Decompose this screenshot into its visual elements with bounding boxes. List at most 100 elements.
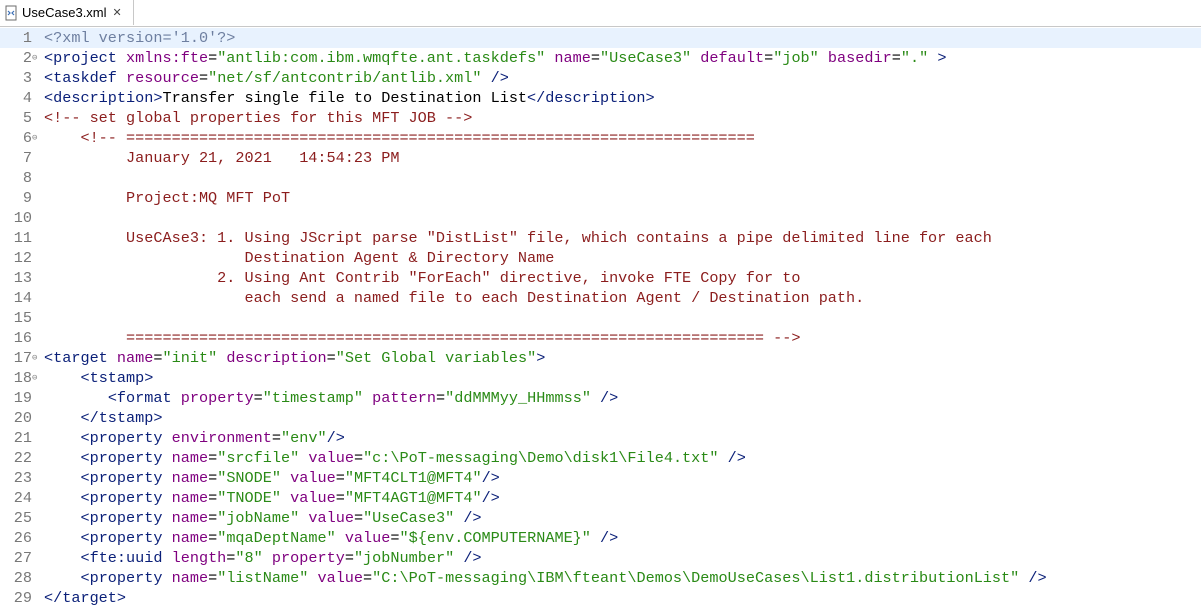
code-line[interactable]: 14 each send a named file to each Destin…	[0, 288, 1201, 308]
line-number: 2	[22, 49, 32, 67]
line-number: 1	[22, 29, 32, 47]
code-text: January 21, 2021 14:54:23 PM	[44, 148, 399, 168]
tab-usecase3-xml[interactable]: UseCase3.xml ✕	[0, 0, 134, 25]
code-line[interactable]: 6 ⊖ <!-- ================================…	[0, 128, 1201, 148]
line-number: 13	[13, 269, 32, 287]
code-line[interactable]: 28 <property name="listName" value="C:\P…	[0, 568, 1201, 588]
code-line[interactable]: 5 <!-- set global properties for this MFT…	[0, 108, 1201, 128]
close-icon[interactable]: ✕	[113, 6, 122, 19]
tab-title: UseCase3.xml	[22, 5, 107, 20]
code-token: "8"	[235, 549, 263, 567]
code-line[interactable]: 22 <property name="srcfile" value="c:\Po…	[0, 448, 1201, 468]
code-line[interactable]: 29 </target>	[0, 588, 1201, 606]
code-token: <format	[107, 389, 181, 407]
code-line[interactable]: 13 2. Using Ant Contrib "ForEach" direct…	[0, 268, 1201, 288]
code-line[interactable]: 8	[0, 168, 1201, 188]
code-token: January 21, 2021 14:54:23 PM	[44, 149, 400, 167]
code-line[interactable]: 23 <property name="SNODE" value="MFT4CLT…	[0, 468, 1201, 488]
code-line[interactable]: 15	[0, 308, 1201, 328]
code-token: <property	[80, 429, 172, 447]
code-line[interactable]: 24 <property name="TNODE" value="MFT4AGT…	[0, 488, 1201, 508]
line-number: 29	[13, 589, 32, 606]
code-text: <property name="SNODE" value="MFT4CLT1@M…	[44, 468, 499, 488]
code-token: "srcfile"	[217, 449, 300, 467]
code-token: />	[590, 389, 619, 407]
code-token: value	[344, 529, 391, 547]
code-text: <project xmlns:fte="antlib:com.ibm.wmqft…	[44, 48, 946, 68]
line-number: 9	[22, 189, 32, 207]
code-token: =	[891, 49, 901, 67]
code-token: <fte:uuid	[80, 549, 172, 567]
code-line[interactable]: 9 Project:MQ MFT PoT	[0, 188, 1201, 208]
code-token: <description>	[44, 89, 163, 107]
code-line[interactable]: 10	[0, 208, 1201, 228]
code-token: "SNODE"	[217, 469, 282, 487]
code-token: <property	[80, 569, 172, 587]
xml-editor[interactable]: 1 <?xml version='1.0'?> 2 ⊖ <project xmlns:f…	[0, 27, 1201, 606]
code-line[interactable]: 3 <taskdef resource="net/sf/antcontrib/an…	[0, 68, 1201, 88]
line-number: 28	[13, 569, 32, 587]
fold-toggle-icon[interactable]: ⊖	[32, 53, 42, 63]
line-number: 19	[13, 389, 32, 407]
line-number: 14	[13, 289, 32, 307]
code-text: <tstamp>	[44, 368, 153, 388]
code-line[interactable]: 12 Destination Agent & Directory Name	[0, 248, 1201, 268]
code-token: "MFT4CLT1@MFT4"	[344, 469, 482, 487]
code-token: =	[326, 349, 336, 367]
code-line[interactable]: 1 <?xml version='1.0'?>	[0, 28, 1201, 48]
fold-toggle-icon[interactable]: ⊖	[32, 133, 42, 143]
code-token: =	[208, 449, 218, 467]
code-text: each send a named file to each Destinati…	[44, 288, 865, 308]
code-token: length	[171, 549, 227, 567]
code-token: <target	[44, 349, 117, 367]
code-text: <?xml version='1.0'?>	[44, 28, 235, 48]
code-token: <property	[80, 469, 172, 487]
code-token: <!-- set global properties for this MFT …	[44, 109, 473, 127]
code-token: "ddMMMyy_HHmmss"	[445, 389, 591, 407]
code-token: name	[171, 509, 209, 527]
code-line[interactable]: 25 <property name="jobName" value="UseCa…	[0, 508, 1201, 528]
code-token: =	[208, 49, 218, 67]
line-number: 12	[13, 249, 32, 267]
code-token: name	[554, 49, 591, 67]
fold-toggle-icon[interactable]: ⊖	[32, 353, 42, 363]
code-text: <property name="jobName" value="UseCase3…	[44, 508, 481, 528]
code-token: "jobNumber"	[353, 549, 455, 567]
code-line[interactable]: 7 January 21, 2021 14:54:23 PM	[0, 148, 1201, 168]
line-number: 23	[13, 469, 32, 487]
code-line[interactable]: 16 =====================================…	[0, 328, 1201, 348]
code-token: "."	[900, 49, 929, 67]
code-token: "c:\PoT-messaging\Demo\disk1\File4.txt"	[363, 449, 719, 467]
code-line[interactable]: 11 UseCAse3: 1. Using JScript parse "Dis…	[0, 228, 1201, 248]
line-number: 25	[13, 509, 32, 527]
code-token: "env"	[281, 429, 327, 447]
code-line[interactable]: 4 <description>Transfer single file to De…	[0, 88, 1201, 108]
fold-toggle-icon[interactable]: ⊖	[32, 373, 42, 383]
code-token: </target>	[44, 589, 127, 606]
code-line[interactable]: 18 ⊖ <tstamp>	[0, 368, 1201, 388]
code-token: property	[180, 389, 254, 407]
code-token: property	[271, 549, 345, 567]
line-number: 18	[13, 369, 32, 387]
code-line[interactable]: 21 <property environment="env"/>	[0, 428, 1201, 448]
code-token: =	[208, 569, 218, 587]
code-line[interactable]: 17 ⊖ <target name="init" description="Set …	[0, 348, 1201, 368]
line-number: 11	[13, 229, 32, 247]
code-line[interactable]: 27 <fte:uuid length="8" property="jobNum…	[0, 548, 1201, 568]
xml-file-icon	[3, 5, 19, 21]
code-line[interactable]: 20 </tstamp>	[0, 408, 1201, 428]
code-line[interactable]: 2 ⊖ <project xmlns:fte="antlib:com.ibm.wmq…	[0, 48, 1201, 68]
code-token: "jobName"	[217, 509, 300, 527]
code-token: environment	[171, 429, 272, 447]
code-line[interactable]: 26 <property name="mqaDeptName" value="$…	[0, 528, 1201, 548]
code-line[interactable]: 19 <format property="timestamp" pattern=…	[0, 388, 1201, 408]
code-token: name	[171, 469, 209, 487]
